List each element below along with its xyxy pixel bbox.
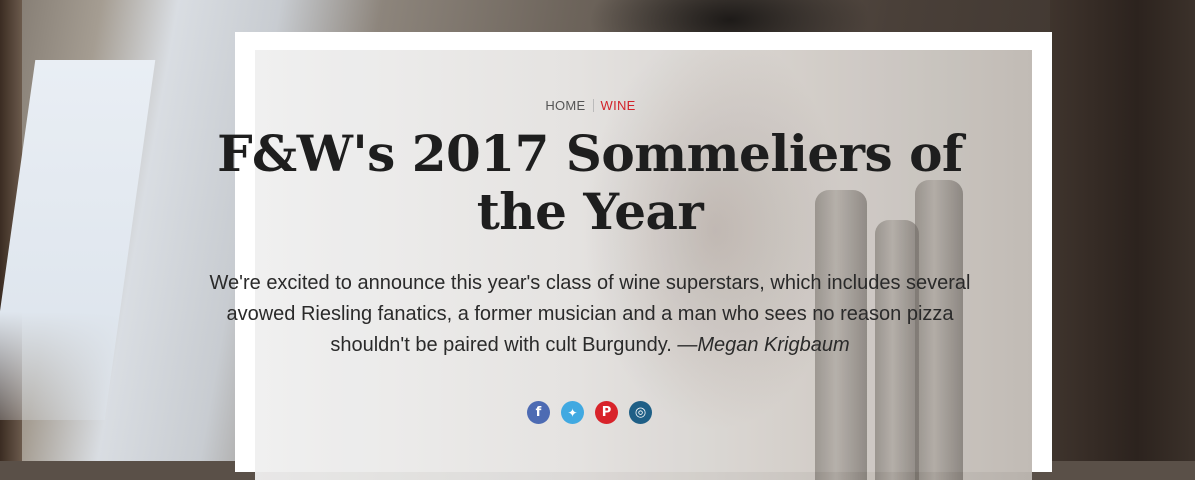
twitter-icon: ✦ — [567, 405, 578, 420]
facebook-icon: f — [535, 405, 542, 420]
twitter-share-button[interactable]: ✦ — [561, 401, 584, 424]
article-dek-text: We're excited to announce this year's cl… — [209, 272, 971, 356]
pinterest-share-button[interactable]: P — [595, 401, 618, 424]
instagram-icon: ◎ — [634, 405, 647, 420]
page-title: F&W's 2017 Sommeliers of the Year — [217, 124, 963, 241]
social-share-bar: f ✦ P ◎ — [527, 401, 652, 424]
breadcrumb-divider — [592, 99, 594, 112]
instagram-share-button[interactable]: ◎ — [629, 401, 652, 424]
author-byline[interactable]: —Megan Krigbaum — [677, 334, 849, 356]
pinterest-icon: P — [601, 405, 612, 420]
article-dek: We're excited to announce this year's cl… — [200, 268, 980, 361]
hero-background-edge-right — [1050, 0, 1195, 461]
facebook-share-button[interactable]: f — [527, 401, 550, 424]
breadcrumb-home-link[interactable]: HOME — [545, 98, 585, 113]
breadcrumb-wine-link[interactable]: WINE — [601, 98, 636, 113]
breadcrumb: HOME WINE — [0, 98, 1181, 113]
